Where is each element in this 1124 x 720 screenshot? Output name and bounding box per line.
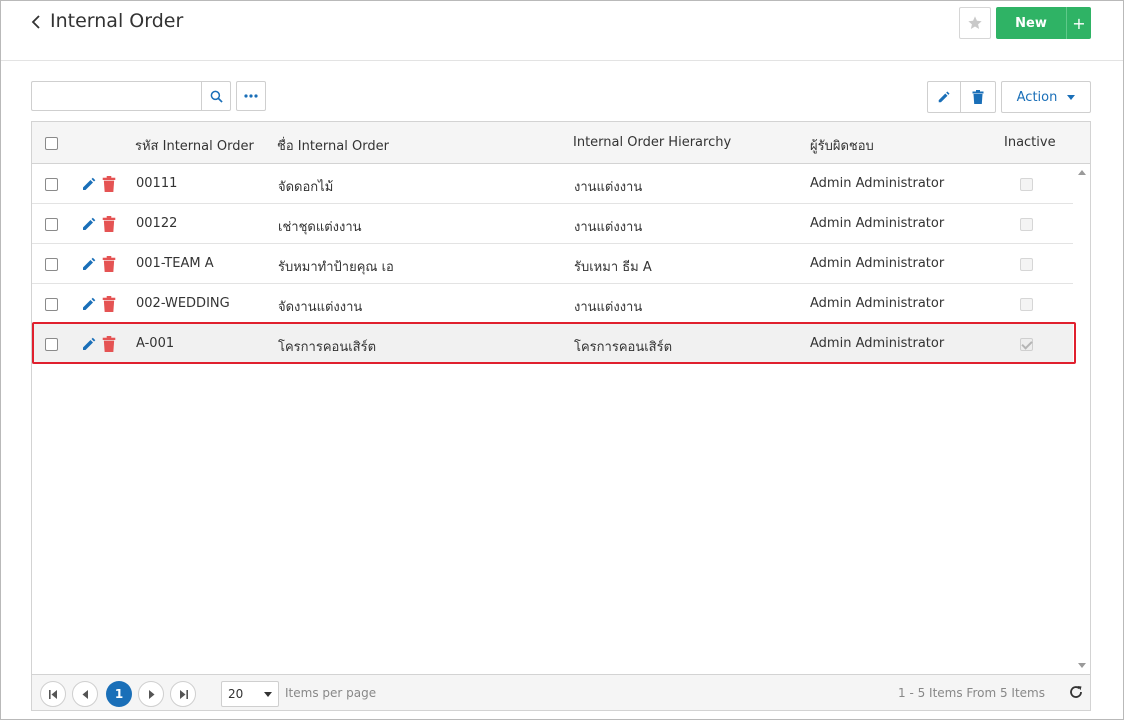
- app-window: Internal Order New + Action รหัส Interna…: [0, 0, 1124, 720]
- page-header: Internal Order New +: [1, 1, 1123, 61]
- row-checkbox[interactable]: [45, 298, 58, 311]
- more-options-button[interactable]: [236, 81, 266, 111]
- row-checkbox[interactable]: [45, 178, 58, 191]
- inactive-checkbox: [1020, 338, 1033, 351]
- page-size-value: 20: [228, 687, 244, 701]
- cell-name: โครการคอนเสิร์ต: [278, 340, 377, 355]
- back-button[interactable]: [25, 9, 47, 35]
- edit-icon[interactable]: [81, 176, 97, 192]
- column-header-owner[interactable]: ผู้รับผิดชอบ: [810, 135, 874, 156]
- search-button[interactable]: [201, 81, 231, 111]
- row-checkbox[interactable]: [45, 258, 58, 271]
- next-page-button[interactable]: [138, 681, 164, 707]
- column-header-hierarchy[interactable]: Internal Order Hierarchy: [573, 135, 731, 150]
- cell-hierarchy: งานแต่งงาน: [574, 220, 643, 235]
- cell-code: 00111: [136, 176, 178, 191]
- cell-code: 002-WEDDING: [136, 296, 230, 311]
- caret-down-icon: [264, 692, 272, 697]
- column-header-name[interactable]: ชื่อ Internal Order: [277, 135, 389, 156]
- pager: 1 20 Items per page 1 - 5 Items From 5 I…: [32, 674, 1090, 710]
- scroll-down-icon[interactable]: [1078, 663, 1086, 668]
- cell-hierarchy: โครการคอนเสิร์ต: [574, 340, 673, 355]
- next-page-icon: [148, 689, 154, 699]
- trash-icon: [972, 90, 984, 104]
- bulk-edit-button[interactable]: [927, 81, 961, 113]
- ellipsis-icon: [244, 94, 258, 98]
- inactive-checkbox: [1020, 218, 1033, 231]
- column-header-code[interactable]: รหัส Internal Order: [135, 135, 254, 156]
- cell-hierarchy: งานแต่งงาน: [574, 300, 643, 315]
- bulk-delete-button[interactable]: [961, 81, 996, 113]
- scroll-up-icon[interactable]: [1078, 170, 1086, 175]
- cell-owner: Admin Administrator: [810, 176, 945, 191]
- first-page-icon: [48, 689, 57, 699]
- star-icon: [968, 16, 982, 29]
- table-row[interactable]: A-001 โครการคอนเสิร์ต โครการคอนเสิร์ต Ad…: [32, 324, 1073, 364]
- page-size-select[interactable]: 20: [221, 681, 279, 707]
- trash-icon[interactable]: [102, 296, 116, 312]
- action-dropdown[interactable]: Action: [1001, 81, 1091, 113]
- trash-icon[interactable]: [102, 176, 116, 192]
- first-page-button[interactable]: [40, 681, 66, 707]
- edit-icon[interactable]: [81, 216, 97, 232]
- page-title: Internal Order: [50, 10, 184, 32]
- inactive-checkbox: [1020, 298, 1033, 311]
- row-checkbox[interactable]: [45, 218, 58, 231]
- prev-page-icon: [82, 689, 88, 699]
- edit-icon[interactable]: [81, 296, 97, 312]
- select-all-checkbox[interactable]: [45, 137, 58, 150]
- grid-header: รหัส Internal Order ชื่อ Internal Order …: [32, 122, 1090, 164]
- last-page-button[interactable]: [170, 681, 196, 707]
- last-page-icon: [179, 689, 188, 699]
- cell-code: 00122: [136, 216, 178, 231]
- table-row[interactable]: 00122 เช่าชุดแต่งงาน งานแต่งงาน Admin Ad…: [32, 204, 1073, 244]
- new-button[interactable]: New: [996, 7, 1066, 39]
- inactive-checkbox: [1020, 178, 1033, 191]
- inactive-checkbox: [1020, 258, 1033, 271]
- trash-icon[interactable]: [102, 336, 116, 352]
- edit-icon[interactable]: [81, 256, 97, 272]
- table-row[interactable]: 002-WEDDING จัดงานแต่งงาน งานแต่งงาน Adm…: [32, 284, 1073, 324]
- cell-hierarchy: รับเหมา ธีม A: [574, 260, 652, 275]
- pager-info: 1 - 5 Items From 5 Items: [898, 686, 1045, 700]
- column-header-inactive[interactable]: Inactive: [1004, 135, 1056, 150]
- row-checkbox[interactable]: [45, 338, 58, 351]
- trash-icon[interactable]: [102, 216, 116, 232]
- vertical-scrollbar[interactable]: [1073, 164, 1090, 674]
- caret-down-icon: [1067, 94, 1076, 100]
- cell-name: จัดดอกไม้: [278, 180, 334, 195]
- cell-owner: Admin Administrator: [810, 336, 945, 351]
- cell-code: A-001: [136, 336, 175, 351]
- favorite-button[interactable]: [959, 7, 991, 39]
- plus-icon: +: [1072, 13, 1086, 33]
- cell-owner: Admin Administrator: [810, 256, 945, 271]
- table-row[interactable]: 001-TEAM A รับหมาทำป้ายคุณ เอ รับเหมา ธี…: [32, 244, 1073, 284]
- items-per-page-label: Items per page: [285, 686, 377, 700]
- table-row[interactable]: 00111 จัดดอกไม้ งานแต่งงาน Admin Adminis…: [32, 164, 1073, 204]
- chevron-left-icon: [31, 15, 40, 29]
- cell-owner: Admin Administrator: [810, 296, 945, 311]
- cell-code: 001-TEAM A: [136, 256, 214, 271]
- search-icon: [210, 90, 223, 103]
- refresh-icon[interactable]: [1068, 684, 1084, 700]
- cell-owner: Admin Administrator: [810, 216, 945, 231]
- cell-name: เช่าชุดแต่งงาน: [278, 220, 362, 235]
- edit-icon[interactable]: [81, 336, 97, 352]
- trash-icon[interactable]: [102, 256, 116, 272]
- internal-order-grid: รหัส Internal Order ชื่อ Internal Order …: [31, 121, 1091, 711]
- pencil-icon: [938, 91, 950, 103]
- cell-name: รับหมาทำป้ายคุณ เอ: [278, 260, 394, 275]
- cell-hierarchy: งานแต่งงาน: [574, 180, 643, 195]
- new-dropdown-button[interactable]: +: [1066, 7, 1091, 39]
- search-input[interactable]: [31, 81, 202, 111]
- page-1-button[interactable]: 1: [106, 681, 132, 707]
- action-label: Action: [1016, 89, 1058, 105]
- cell-name: จัดงานแต่งงาน: [278, 300, 363, 315]
- prev-page-button[interactable]: [72, 681, 98, 707]
